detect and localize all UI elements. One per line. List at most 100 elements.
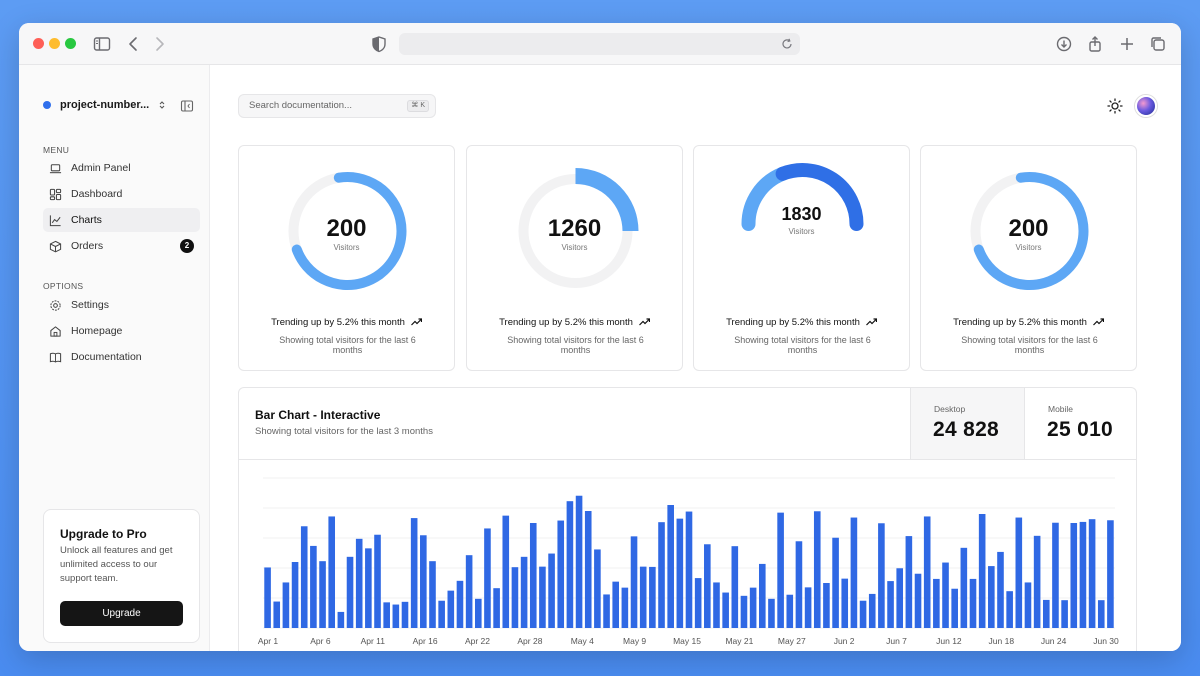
chart-bar[interactable] [823, 583, 830, 628]
chart-bar[interactable] [658, 522, 665, 628]
chart-bar[interactable] [997, 551, 1004, 628]
chart-bar[interactable] [420, 535, 427, 628]
chart-bar[interactable] [438, 600, 445, 628]
sidebar-item-settings[interactable]: Settings [43, 293, 200, 317]
chart-bar[interactable] [447, 590, 455, 628]
chart-bar[interactable] [914, 573, 922, 628]
chart-bar[interactable] [923, 516, 931, 628]
sidebar-item-dashboard[interactable]: Dashboard [43, 182, 200, 206]
chart-bar[interactable] [548, 553, 555, 628]
chart-bar[interactable] [804, 587, 812, 628]
chart-bar[interactable] [401, 601, 409, 628]
chart-bar[interactable] [841, 578, 849, 628]
chart-bar[interactable] [374, 534, 381, 628]
chart-bar[interactable] [346, 556, 354, 628]
chart-bar[interactable] [850, 517, 858, 628]
back-icon[interactable] [124, 34, 144, 54]
chart-bar[interactable] [749, 587, 757, 628]
chart-bar[interactable] [731, 546, 739, 628]
chart-bar[interactable] [639, 566, 647, 628]
reload-icon[interactable] [780, 37, 794, 51]
chart-bar[interactable] [328, 516, 336, 628]
chart-bar[interactable] [1097, 600, 1105, 628]
collapse-sidebar-icon[interactable] [180, 99, 194, 113]
chart-bar[interactable] [575, 495, 583, 628]
chart-bar[interactable] [649, 566, 656, 628]
sidebar-item-charts[interactable]: Charts [43, 208, 200, 232]
chart-bar[interactable] [878, 523, 885, 628]
chart-bar[interactable] [594, 549, 601, 628]
project-switcher[interactable]: project-number... [43, 99, 167, 111]
address-bar[interactable] [399, 33, 800, 55]
chart-bar[interactable] [557, 520, 565, 628]
minimize-window-button[interactable] [49, 38, 60, 49]
sidebar-item-orders[interactable]: Orders 2 [43, 234, 200, 258]
chart-bar[interactable] [612, 581, 620, 628]
chart-bar[interactable] [887, 581, 894, 628]
chart-bar[interactable] [740, 595, 748, 628]
chart-bar[interactable] [942, 562, 949, 628]
maximize-window-button[interactable] [65, 38, 76, 49]
chart-bar[interactable] [337, 611, 345, 628]
chart-bar[interactable] [529, 523, 537, 628]
chart-bar[interactable] [1006, 591, 1013, 628]
chart-bar[interactable] [319, 561, 326, 628]
sidebar-item-documentation[interactable]: Documentation [43, 345, 200, 369]
chart-bar[interactable] [722, 592, 729, 628]
chart-bar[interactable] [291, 562, 299, 628]
chart-bar[interactable] [667, 505, 674, 628]
chart-bar[interactable] [1033, 535, 1041, 628]
chart-bar[interactable] [896, 568, 904, 628]
chart-bar[interactable] [465, 555, 473, 628]
chart-bar[interactable] [365, 548, 372, 628]
upgrade-button[interactable]: Upgrade [60, 601, 183, 626]
chart-bar[interactable] [676, 518, 684, 628]
chart-bar[interactable] [960, 547, 968, 628]
chart-bar[interactable] [355, 538, 363, 628]
chart-bar[interactable] [1061, 600, 1068, 628]
chart-bar[interactable] [1079, 521, 1087, 628]
chart-bar[interactable] [1088, 519, 1096, 628]
chart-bar[interactable] [786, 594, 794, 628]
chart-bar[interactable] [978, 514, 986, 628]
chart-bar[interactable] [456, 580, 464, 628]
share-icon[interactable] [1085, 34, 1105, 54]
sidebar-item-admin-panel[interactable]: Admin Panel [43, 156, 200, 180]
chart-bar[interactable] [1070, 523, 1078, 628]
chart-bar[interactable] [493, 588, 500, 628]
chart-bar[interactable] [704, 544, 711, 628]
chart-bar[interactable] [282, 582, 290, 628]
chart-bar[interactable] [758, 563, 766, 628]
chart-bar[interactable] [383, 602, 390, 628]
chart-bar[interactable] [685, 511, 693, 628]
chart-bar[interactable] [392, 604, 400, 628]
chart-bar[interactable] [969, 578, 977, 628]
chart-bar[interactable] [795, 541, 803, 628]
chart-bar[interactable] [566, 501, 574, 628]
chart-bar[interactable] [988, 566, 995, 628]
mobile-toggle[interactable]: Mobile 25 010 [1024, 388, 1136, 459]
chart-bar[interactable] [859, 600, 867, 628]
new-tab-icon[interactable] [1117, 34, 1137, 54]
chart-bar[interactable] [832, 537, 839, 628]
chart-bar[interactable] [813, 511, 821, 628]
search-input[interactable]: Search documentation... ⌘ K [238, 94, 436, 118]
shield-icon[interactable] [369, 34, 389, 54]
avatar[interactable] [1135, 95, 1157, 117]
chart-bar[interactable] [1042, 599, 1050, 628]
chart-bar[interactable] [539, 566, 546, 628]
chart-bar[interactable] [410, 518, 418, 628]
chart-bar[interactable] [1015, 517, 1023, 628]
sun-icon[interactable] [1107, 98, 1123, 114]
chart-bar[interactable] [933, 578, 940, 628]
chart-bar[interactable] [951, 588, 958, 628]
chart-bar[interactable] [484, 528, 491, 628]
chart-bar[interactable] [502, 515, 510, 628]
chart-bar[interactable] [511, 567, 519, 628]
chart-bar[interactable] [713, 582, 720, 628]
chart-bar[interactable] [1024, 582, 1032, 628]
chart-bar[interactable] [474, 598, 482, 628]
chart-bar[interactable] [300, 526, 308, 628]
chart-bar[interactable] [768, 598, 775, 628]
close-window-button[interactable] [33, 38, 44, 49]
